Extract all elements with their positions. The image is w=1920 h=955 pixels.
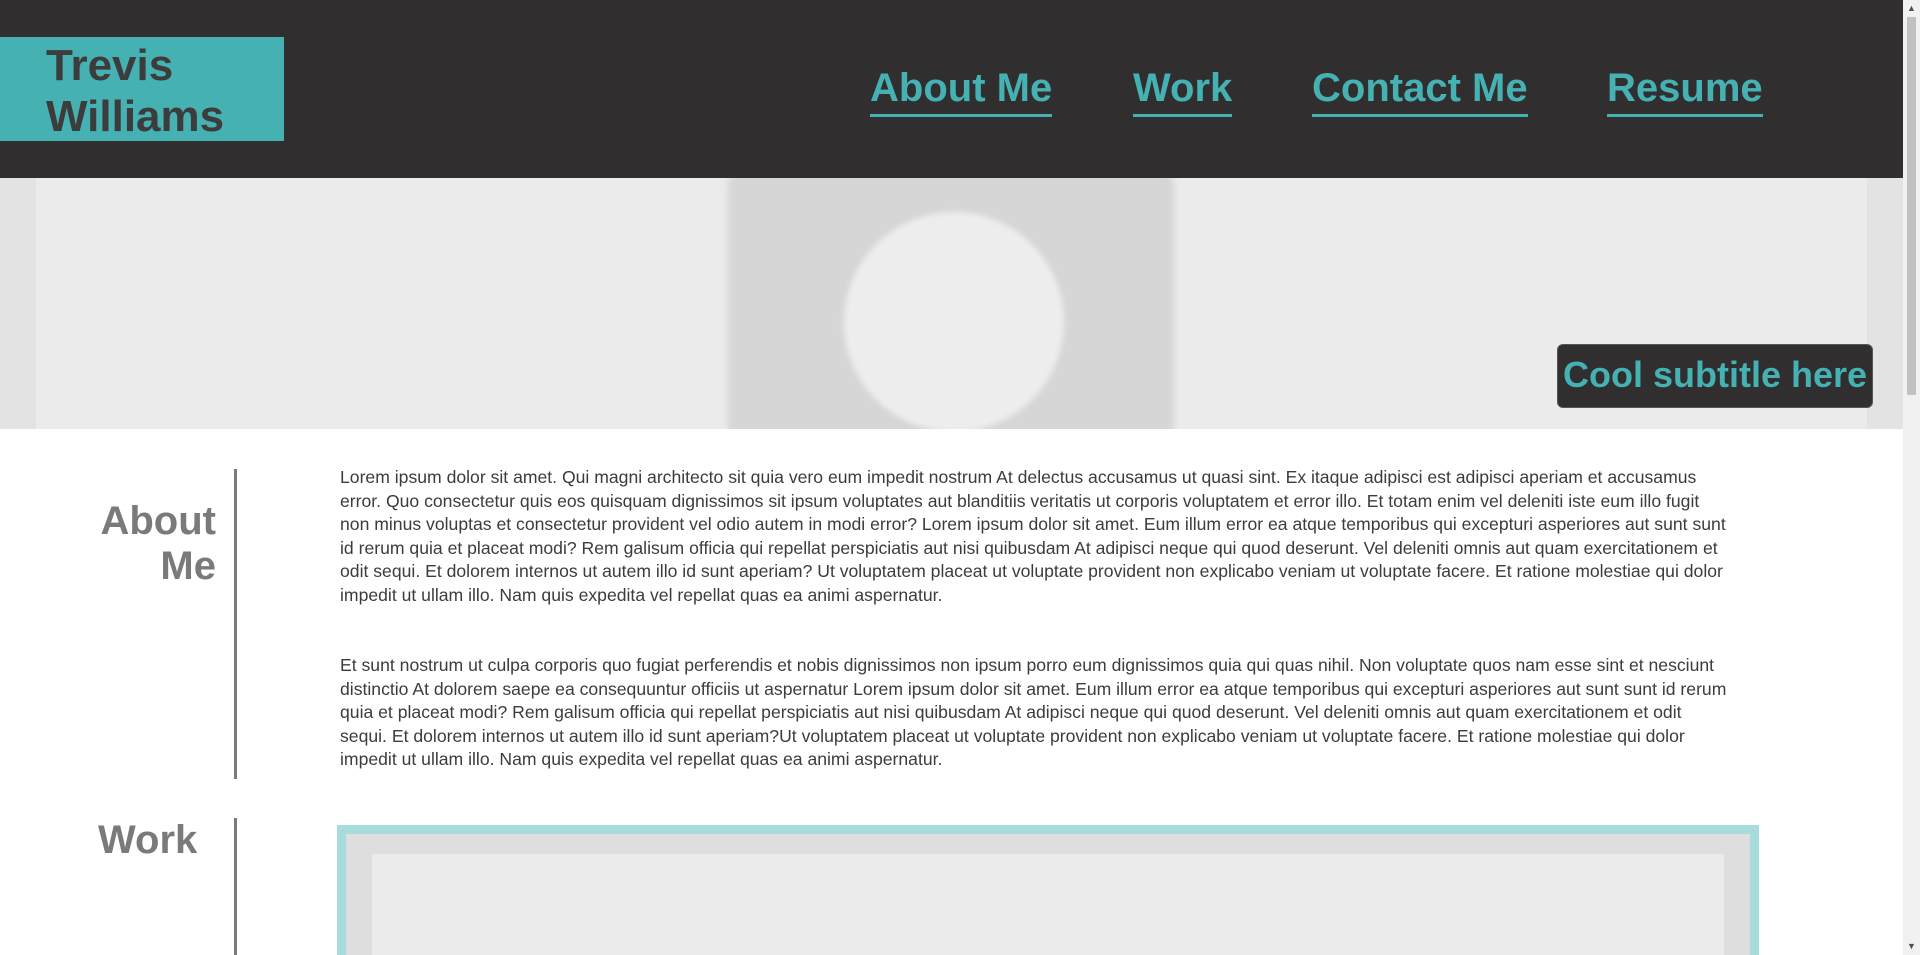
- nav-link-resume[interactable]: Resume: [1607, 62, 1763, 117]
- work-showcase-frame[interactable]: [337, 825, 1759, 955]
- about-section-divider: [234, 469, 237, 779]
- work-section-title: Work: [98, 818, 198, 862]
- about-title-line2: Me: [160, 544, 216, 588]
- site-header: Trevis Williams About Me Work Contact Me …: [0, 0, 1903, 178]
- work-image-border: [346, 834, 1750, 955]
- scrollbar-thumb[interactable]: [1907, 17, 1916, 395]
- about-paragraph-1: Lorem ipsum dolor sit amet. Qui magni ar…: [340, 467, 1726, 605]
- about-paragraph-2: Et sunt nostrum ut culpa corporis quo fu…: [340, 655, 1727, 769]
- nav-link-contact-me[interactable]: Contact Me: [1312, 62, 1528, 117]
- about-section-title: About Me: [60, 499, 216, 589]
- main-nav: About Me Work Contact Me Resume: [0, 62, 1903, 122]
- page: Trevis Williams About Me Work Contact Me …: [0, 0, 1903, 955]
- scroll-up-arrow-icon[interactable]: ▲: [1903, 0, 1920, 17]
- work-section-divider: [234, 818, 237, 955]
- nav-link-about-me[interactable]: About Me: [870, 62, 1053, 117]
- hero-avatar-placeholder-icon: [844, 212, 1064, 429]
- about-title-line1: About: [100, 499, 216, 543]
- page-scrollbar[interactable]: ▲ ▼: [1903, 0, 1920, 955]
- hero-frame-left: [0, 178, 36, 429]
- work-image-placeholder: [372, 854, 1724, 955]
- hero-subtitle: Cool subtitle here: [1557, 344, 1873, 408]
- nav-link-work[interactable]: Work: [1133, 62, 1233, 117]
- scroll-down-arrow-icon[interactable]: ▼: [1903, 938, 1920, 955]
